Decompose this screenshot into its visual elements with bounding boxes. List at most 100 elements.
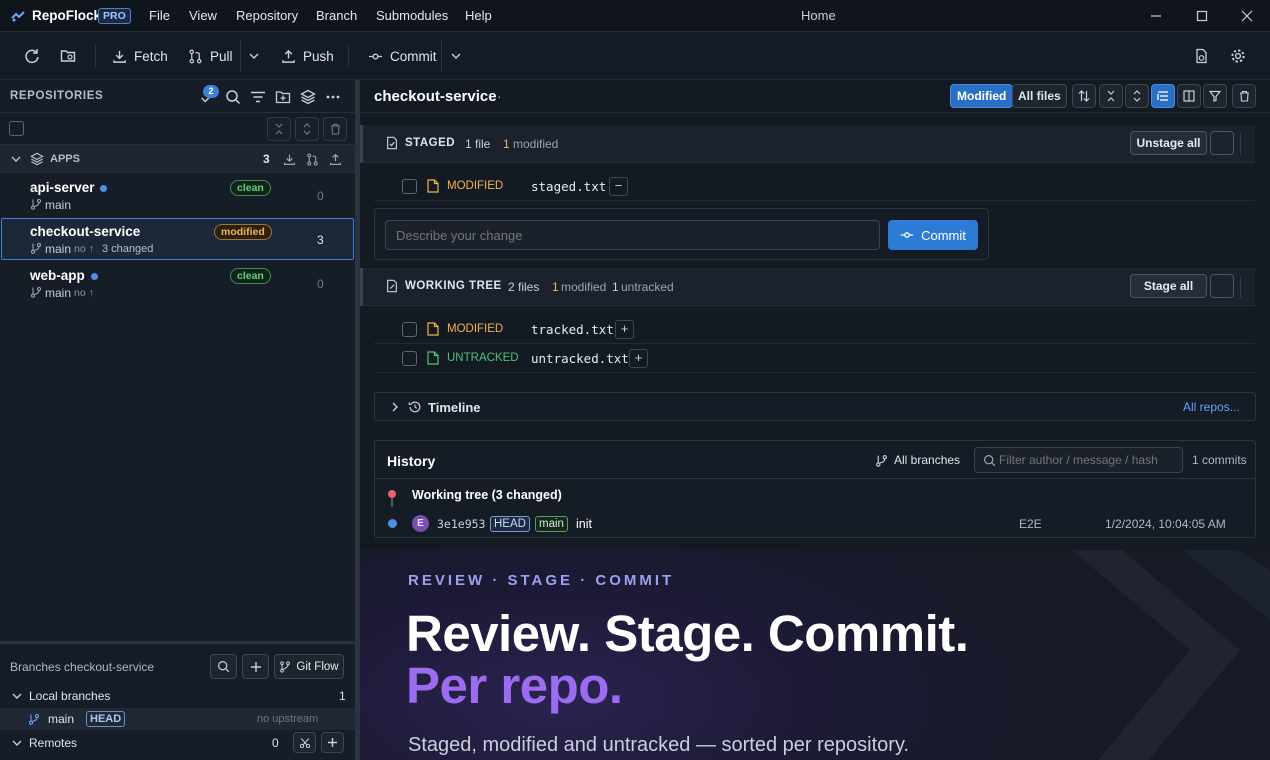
search-icon[interactable] [223, 87, 243, 107]
repo-item-api-server[interactable]: api-server clean main 0 [0, 174, 355, 218]
branch-search-icon[interactable] [210, 654, 237, 679]
pull-options-chevron-down-icon[interactable] [244, 46, 264, 66]
branch-icon [28, 713, 40, 725]
layers-icon[interactable] [298, 87, 318, 107]
repo-item-checkout-service[interactable]: checkout-service modified main no ↑ 3 ch… [1, 218, 354, 260]
working-tree-history-row[interactable]: Working tree (3 changed) [375, 480, 1255, 509]
menu-repository[interactable]: Repository [236, 8, 298, 23]
branch-row-main[interactable]: main HEAD no upstream [0, 708, 355, 730]
repo-branch: main [45, 198, 72, 212]
file-checkbox[interactable] [402, 322, 417, 337]
fetch-button[interactable]: Fetch [112, 32, 168, 80]
menu-branch[interactable]: Branch [316, 8, 357, 23]
git-flow-button[interactable]: Git Flow [274, 654, 344, 679]
remove-selected-trash-icon[interactable] [323, 117, 347, 141]
filter-lines-icon[interactable] [248, 87, 268, 107]
local-branches-header[interactable]: Local branches 1 [0, 685, 355, 707]
pull-button[interactable]: Pull [188, 32, 233, 80]
maximize-icon[interactable] [1192, 6, 1212, 26]
more-options-icon[interactable] [323, 87, 343, 107]
remotes-count: 0 [272, 736, 279, 750]
push-button[interactable]: Push [281, 32, 334, 80]
repo-title: checkout-service [374, 88, 497, 105]
close-icon[interactable] [1237, 6, 1257, 26]
remotes-header[interactable]: Remotes 0 [0, 731, 355, 755]
repo-item-web-app[interactable]: web-app clean main no ↑ 0 [0, 262, 355, 306]
history-search-input[interactable] [999, 450, 1179, 470]
split-view-icon[interactable] [1177, 84, 1201, 108]
commit-button[interactable]: Commit [888, 220, 978, 250]
repo-branch: main [45, 286, 72, 300]
stage-file-button[interactable]: + [615, 320, 634, 339]
menu-submodules[interactable]: Submodules [376, 8, 448, 23]
filter-funnel-icon[interactable] [1203, 84, 1227, 108]
file-checkbox[interactable] [402, 351, 417, 366]
filter-all-files-button[interactable]: All files [1012, 84, 1067, 108]
staged-options-button[interactable] [1210, 131, 1234, 155]
git-flow-label: Git Flow [296, 660, 339, 673]
open-folder-icon[interactable] [58, 46, 78, 66]
add-remote-plus-icon[interactable] [321, 732, 344, 753]
list-view-icon[interactable] [1151, 84, 1175, 108]
staged-file-icon [385, 136, 399, 150]
promo-headline: Review. Stage. Commit. [406, 605, 969, 662]
group-fetch-icon[interactable] [280, 149, 298, 169]
refresh-icon[interactable] [22, 46, 42, 66]
commit-row[interactable]: E 3e1e953 HEAD main init E2E 1/2/2024, 1… [375, 509, 1255, 538]
working-file-row[interactable]: UNTRACKED untracked.txt + [374, 344, 1255, 373]
minimize-icon[interactable] [1146, 6, 1166, 26]
repositories-header: REPOSITORIES 2 [0, 80, 355, 113]
staged-file-row[interactable]: MODIFIED staged.txt − [374, 172, 1255, 201]
sort-arrows-icon[interactable] [1072, 84, 1096, 108]
working-file-row[interactable]: MODIFIED tracked.txt + [374, 315, 1255, 344]
group-header-apps[interactable]: APPS 3 [0, 145, 355, 173]
promo-headline-accent: Per repo. [406, 657, 623, 714]
add-branch-plus-icon[interactable] [242, 654, 269, 679]
unstage-all-button[interactable]: Unstage all [1130, 131, 1207, 155]
stash-icon[interactable] [1191, 46, 1211, 66]
file-checkbox[interactable] [402, 179, 417, 194]
working-tree-untracked-count: 1 [612, 280, 619, 294]
group-push-icon[interactable] [326, 149, 344, 169]
add-folder-icon[interactable] [273, 87, 293, 107]
stage-file-button[interactable]: + [629, 349, 648, 368]
unstage-file-button[interactable]: − [609, 177, 628, 196]
stage-all-button[interactable]: Stage all [1130, 274, 1207, 298]
repo-upstream: no ↑ [74, 243, 94, 255]
staged-file-count: 1 file [465, 137, 491, 151]
commit-icon [368, 53, 383, 59]
filter-modified-button[interactable]: Modified [950, 84, 1014, 108]
pro-badge: PRO [98, 8, 131, 24]
promo-subline: Staged, modified and untracked — sorted … [408, 734, 910, 756]
menu-view[interactable]: View [189, 8, 217, 23]
expand-sections-icon[interactable] [1125, 84, 1149, 108]
repo-name: checkout-service [30, 224, 141, 239]
commit-graph-dot [388, 519, 397, 528]
history-search-field[interactable] [974, 447, 1183, 473]
local-branches-count: 1 [339, 689, 346, 703]
menu-help[interactable]: Help [465, 8, 492, 23]
discard-trash-icon[interactable] [1232, 84, 1256, 108]
collapse-all-icon[interactable] [267, 117, 291, 141]
working-tree-section-header[interactable]: WORKING TREE 2 files 1 modified 1 untrac… [360, 268, 1255, 306]
prune-scissors-icon[interactable] [293, 732, 316, 753]
group-pull-icon[interactable] [303, 149, 321, 169]
working-tree-label: WORKING TREE [405, 280, 502, 292]
commit-options-chevron-down-icon[interactable] [446, 46, 466, 66]
commit-toolbar-button[interactable]: Commit [368, 32, 437, 80]
all-branches-button[interactable]: All branches [875, 453, 960, 467]
commit-hash[interactable]: 3e1e953 [437, 517, 485, 531]
all-repos-link[interactable]: All repos... [1183, 400, 1240, 414]
expand-all-icon[interactable] [295, 117, 319, 141]
push-label: Push [303, 48, 334, 64]
menu-file[interactable]: File [149, 8, 170, 23]
timeline-bar[interactable]: Timeline All repos... [374, 392, 1256, 421]
settings-gear-icon[interactable] [1228, 46, 1248, 66]
commit-message-input[interactable] [385, 220, 880, 250]
select-all-checkbox[interactable] [9, 121, 24, 136]
working-tree-file-icon [385, 279, 399, 293]
working-tree-options-button[interactable] [1210, 274, 1234, 298]
branches-panel: Branches checkout-service Git Flow Local… [0, 641, 355, 760]
collapse-sections-icon[interactable] [1099, 84, 1123, 108]
staged-section-header[interactable]: STAGED 1 file 1 modified Unstage all [360, 125, 1255, 163]
